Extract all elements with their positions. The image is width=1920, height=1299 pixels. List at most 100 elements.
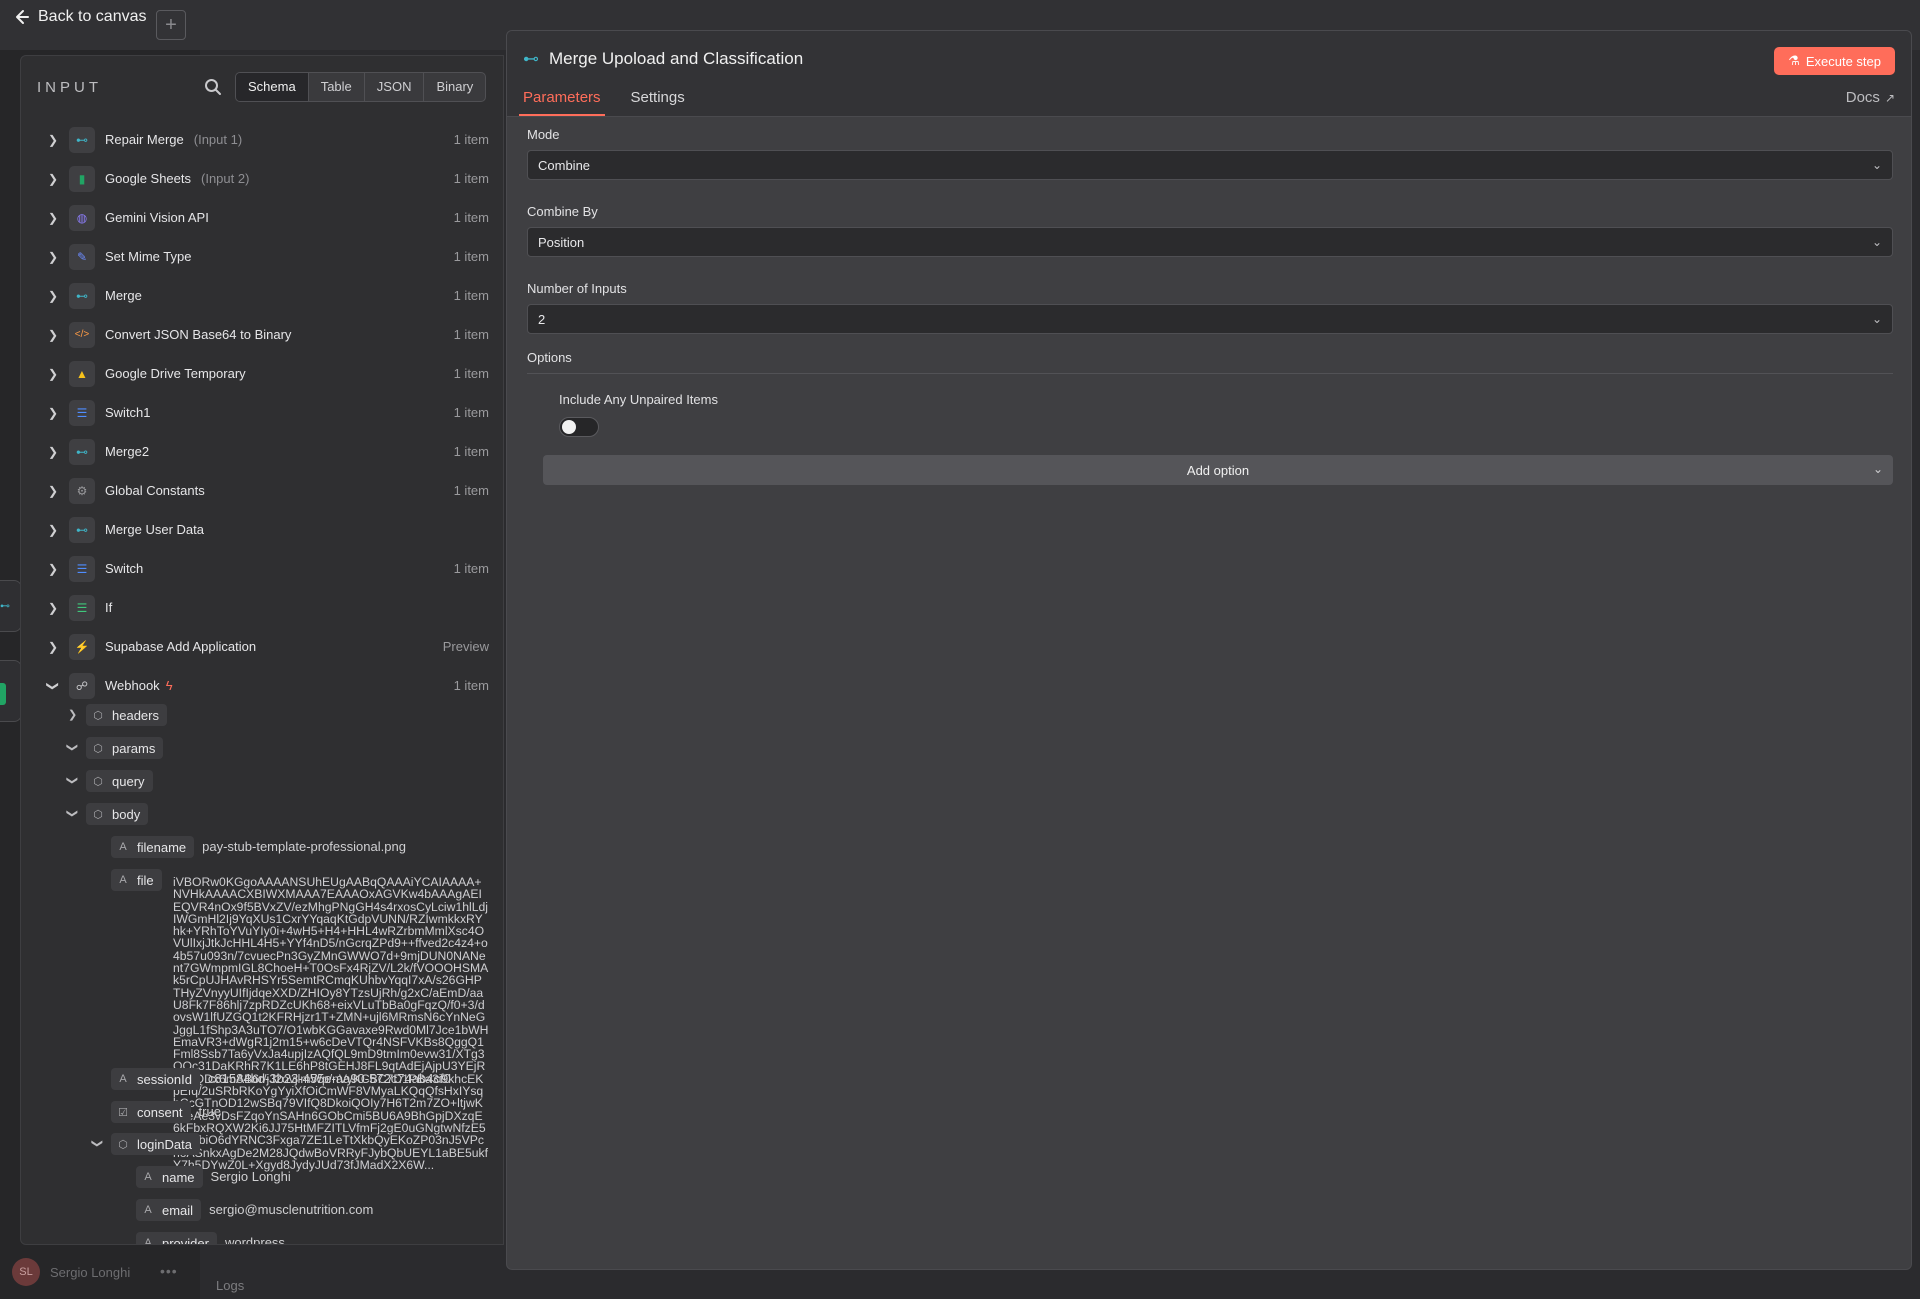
field-key: consent bbox=[137, 1104, 183, 1120]
node-row-convert-json[interactable]: ❯ </> Convert JSON Base64 to Binary 1 it… bbox=[21, 315, 503, 354]
node-row-google-sheets[interactable]: ❯ ▮ Google Sheets (Input 2) 1 item bbox=[21, 159, 503, 198]
back-to-canvas-link[interactable]: Back to canvas bbox=[14, 8, 147, 26]
chevron-right-icon[interactable]: ❯ bbox=[43, 523, 63, 537]
node-label: Supabase Add Application bbox=[105, 639, 257, 654]
node-item-count: 1 item bbox=[453, 405, 489, 420]
node-row-google-drive[interactable]: ❯ ▲ Google Drive Temporary 1 item bbox=[21, 354, 503, 393]
merge-icon: ⊷ bbox=[523, 51, 539, 68]
string-type-icon: A bbox=[144, 1171, 152, 1183]
field-key: params bbox=[112, 740, 156, 756]
node-row-merge[interactable]: ❯ ⊷ Merge 1 item bbox=[21, 276, 503, 315]
node-row-set-mime-type[interactable]: ❯ ✎ Set Mime Type 1 item bbox=[21, 237, 503, 276]
number-of-inputs-select[interactable]: 2 ⌄ bbox=[527, 304, 1893, 334]
chevron-right-icon[interactable]: ❯ bbox=[43, 211, 63, 225]
node-settings-panel: ⊷ Merge Upoload and Classification ⚗ Exe… bbox=[506, 30, 1912, 1270]
field-headers[interactable]: ⬡ headers bbox=[86, 704, 167, 726]
field-name[interactable]: Aname Sergio Longhi bbox=[136, 1166, 291, 1188]
globe-icon: ◍ bbox=[69, 204, 95, 231]
chevron-right-icon[interactable]: ❯ bbox=[43, 406, 63, 420]
node-title-text[interactable]: Merge Upoload and Classification bbox=[549, 49, 803, 69]
combine-by-value: Position bbox=[538, 234, 585, 250]
field-query[interactable]: ⬡ query bbox=[86, 770, 153, 792]
options-heading: Options bbox=[527, 350, 1893, 374]
chevron-right-icon[interactable]: ❯ bbox=[43, 445, 63, 459]
object-icon: ⬡ bbox=[93, 808, 103, 821]
logs-label[interactable]: Logs bbox=[216, 1278, 244, 1293]
search-icon[interactable] bbox=[204, 78, 222, 96]
view-tab-json[interactable]: JSON bbox=[365, 73, 425, 101]
node-title: ⊷ Merge Upoload and Classification bbox=[523, 49, 803, 69]
object-icon: ⬡ bbox=[93, 709, 103, 722]
field-file[interactable]: Afile bbox=[111, 869, 162, 891]
node-row-switch[interactable]: ❯ ☰ Switch 1 item bbox=[21, 549, 503, 588]
field-key: headers bbox=[112, 707, 159, 723]
input-panel: INPUT Schema Table JSON Binary ❯ ⊷ Repai… bbox=[20, 55, 504, 1245]
execute-step-button[interactable]: ⚗ Execute step bbox=[1774, 47, 1895, 75]
input-panel-title: INPUT bbox=[37, 78, 102, 96]
node-row-global-constants[interactable]: ❯ ⚙ Global Constants 1 item bbox=[21, 471, 503, 510]
field-params[interactable]: ⬡ params bbox=[86, 737, 164, 759]
node-item-count: Preview bbox=[442, 639, 489, 654]
chevron-right-icon[interactable]: ❯ bbox=[43, 133, 63, 147]
chevron-right-icon[interactable]: ❯ bbox=[43, 172, 63, 186]
view-tab-binary[interactable]: Binary bbox=[424, 73, 485, 101]
combine-by-select[interactable]: Position ⌄ bbox=[527, 227, 1893, 257]
view-tab-table[interactable]: Table bbox=[309, 73, 365, 101]
field-session-id[interactable]: AsessionId c81584bd-3b23-455e-aa90-572c7… bbox=[111, 1068, 451, 1090]
field-consent[interactable]: ☑ consent true bbox=[111, 1101, 221, 1123]
node-row-gemini-vision-api[interactable]: ❯ ◍ Gemini Vision API 1 item bbox=[21, 198, 503, 237]
node-item-count: 1 item bbox=[453, 366, 489, 381]
string-type-icon: A bbox=[119, 874, 127, 886]
node-row-merge-user-data[interactable]: ❯ ⊷ Merge User Data bbox=[21, 510, 503, 549]
chevron-right-icon[interactable]: ❯ bbox=[43, 640, 63, 654]
field-value: pay-stub-template-professional.png bbox=[202, 839, 406, 854]
tab-settings[interactable]: Settings bbox=[627, 89, 689, 116]
node-row-supabase[interactable]: ❯ ⚡ Supabase Add Application Preview bbox=[21, 627, 503, 666]
more-dots-icon[interactable]: ••• bbox=[160, 1263, 178, 1279]
chevron-right-icon[interactable]: ❯ bbox=[43, 601, 63, 615]
execute-step-label: Execute step bbox=[1805, 53, 1881, 69]
if-icon: ☰ bbox=[69, 594, 95, 621]
chevron-right-icon[interactable]: ❯ bbox=[43, 562, 63, 576]
field-value: Sergio Longhi bbox=[210, 1169, 291, 1184]
node-label: Merge bbox=[105, 288, 142, 303]
node-label: Repair Merge bbox=[105, 132, 184, 147]
node-label: Google Drive Temporary bbox=[105, 366, 246, 381]
docs-link[interactable]: Docs ↗ bbox=[1846, 89, 1895, 106]
chevron-right-icon[interactable]: ❯ bbox=[43, 289, 63, 303]
field-value: wordpress bbox=[224, 1235, 285, 1245]
field-filename[interactable]: Afilename pay-stub-template-professional… bbox=[111, 836, 406, 858]
node-row-if[interactable]: ❯ ☰ If bbox=[21, 588, 503, 627]
field-body[interactable]: ⬡ body bbox=[86, 803, 149, 825]
node-row-webhook[interactable]: ❯ ☍ Webhook ϟ 1 item bbox=[21, 666, 503, 705]
switch-icon: ☰ bbox=[69, 555, 95, 582]
user-menu[interactable]: SL Sergio Longhi bbox=[12, 1258, 130, 1286]
bolt-icon: ϟ bbox=[165, 678, 173, 693]
chevron-right-icon[interactable]: ❯ bbox=[68, 708, 77, 721]
node-row-merge2[interactable]: ❯ ⊷ Merge2 1 item bbox=[21, 432, 503, 471]
tab-parameters[interactable]: Parameters bbox=[519, 89, 605, 116]
chevron-right-icon[interactable]: ❯ bbox=[43, 250, 63, 264]
node-item-count: 1 item bbox=[453, 483, 489, 498]
view-tab-schema[interactable]: Schema bbox=[236, 73, 309, 101]
include-unpaired-label: Include Any Unpaired Items bbox=[559, 392, 718, 407]
add-option-button[interactable]: Add option ⌄ bbox=[543, 455, 1893, 485]
field-email[interactable]: Aemail sergio@musclenutrition.com bbox=[136, 1199, 373, 1221]
include-unpaired-toggle[interactable] bbox=[559, 417, 599, 437]
field-value: c81584bd-3b23-455e-aa90-572c74ab4cf0 bbox=[207, 1071, 451, 1086]
chevron-right-icon[interactable]: ❯ bbox=[43, 367, 63, 381]
field-provider[interactable]: Aprovider wordpress bbox=[136, 1232, 285, 1245]
chevron-down-icon[interactable]: ❯ bbox=[66, 743, 79, 752]
node-row-switch1[interactable]: ❯ ☰ Switch1 1 item bbox=[21, 393, 503, 432]
chevron-down-icon[interactable]: ❯ bbox=[46, 676, 60, 696]
chevron-down-icon: ⌄ bbox=[1872, 462, 1883, 476]
chevron-down-icon[interactable]: ❯ bbox=[66, 809, 79, 818]
mode-select[interactable]: Combine ⌄ bbox=[527, 150, 1893, 180]
add-node-button[interactable]: + bbox=[156, 10, 186, 40]
node-row-repair-merge[interactable]: ❯ ⊷ Repair Merge (Input 1) 1 item bbox=[21, 120, 503, 159]
field-login-data[interactable]: ⬡ loginData bbox=[111, 1133, 200, 1155]
chevron-down-icon[interactable]: ❯ bbox=[91, 1139, 104, 1148]
chevron-right-icon[interactable]: ❯ bbox=[43, 484, 63, 498]
chevron-down-icon[interactable]: ❯ bbox=[66, 776, 79, 785]
chevron-right-icon[interactable]: ❯ bbox=[43, 328, 63, 342]
